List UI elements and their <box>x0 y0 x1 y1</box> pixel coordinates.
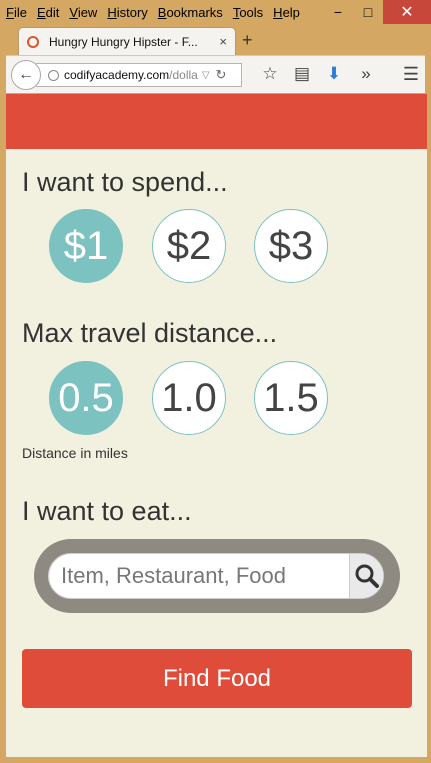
tab-close-icon[interactable]: × <box>219 34 227 49</box>
hamburger-menu-icon[interactable]: ☰ <box>403 64 419 85</box>
search-button[interactable] <box>349 554 383 598</box>
menu-tools[interactable]: Tools <box>233 5 263 20</box>
menu-bookmarks[interactable]: Bookmarks <box>158 5 223 20</box>
toolbar-icons: ☆ ▤ ⬇ » <box>254 64 382 84</box>
site-header <box>6 94 427 149</box>
minimize-button[interactable]: − <box>323 0 353 24</box>
search-box <box>48 553 384 599</box>
bookmark-star-icon[interactable]: ☆ <box>254 64 286 84</box>
navigation-bar: codifyacademy.com/dolla ▽ ↻ ← ☆ ▤ ⬇ » ☰ <box>6 55 425 93</box>
overflow-chevron-icon[interactable]: » <box>350 64 382 84</box>
url-bar[interactable]: codifyacademy.com/dolla ▽ ↻ <box>36 63 242 87</box>
browser-window: File Edit View History Bookmarks Tools H… <box>0 0 431 763</box>
spend-title: I want to spend... <box>22 167 228 197</box>
globe-icon <box>48 69 59 81</box>
eat-title: I want to eat... <box>22 496 192 526</box>
menu-file[interactable]: File <box>6 5 27 20</box>
back-button[interactable]: ← <box>11 60 41 90</box>
window-controls: − □ ✕ <box>323 0 431 24</box>
reload-icon[interactable]: ↻ <box>216 67 227 83</box>
find-food-button[interactable]: Find Food <box>22 649 412 708</box>
web-page: I want to spend... $1 $2 $3 Max travel d… <box>6 94 427 757</box>
menu-edit[interactable]: Edit <box>37 5 59 20</box>
favicon-icon <box>27 35 39 48</box>
close-window-button[interactable]: ✕ <box>383 0 431 24</box>
tab-title: Hungry Hungry Hipster - F... <box>49 34 198 49</box>
distance-option-0-5[interactable]: 0.5 <box>49 361 123 435</box>
menu-help[interactable]: Help <box>273 5 300 20</box>
spend-option-3[interactable]: $3 <box>254 209 328 283</box>
spend-option-1[interactable]: $1 <box>49 209 123 283</box>
download-icon[interactable]: ⬇ <box>318 64 350 84</box>
search-container <box>34 539 400 613</box>
distance-option-1-0[interactable]: 1.0 <box>152 361 226 435</box>
maximize-button[interactable]: □ <box>353 0 383 24</box>
menu-history[interactable]: History <box>107 5 147 20</box>
distance-title: Max travel distance... <box>22 318 278 348</box>
spend-option-2[interactable]: $2 <box>152 209 226 283</box>
url-path: /dolla <box>169 68 198 82</box>
menu-view[interactable]: View <box>69 5 97 20</box>
browser-tab[interactable]: Hungry Hungry Hipster - F... × <box>18 27 236 55</box>
search-input[interactable] <box>49 554 349 598</box>
url-dropdown-icon[interactable]: ▽ <box>202 70 210 81</box>
distance-option-1-5[interactable]: 1.5 <box>254 361 328 435</box>
menu-bar: File Edit View History Bookmarks Tools H… <box>6 0 306 24</box>
reading-list-icon[interactable]: ▤ <box>286 64 318 84</box>
url-host: codifyacademy.com <box>64 68 170 82</box>
back-arrow-icon: ← <box>18 66 34 83</box>
distance-note: Distance in miles <box>22 445 128 461</box>
new-tab-button[interactable]: + <box>242 30 253 51</box>
search-icon <box>355 564 379 588</box>
